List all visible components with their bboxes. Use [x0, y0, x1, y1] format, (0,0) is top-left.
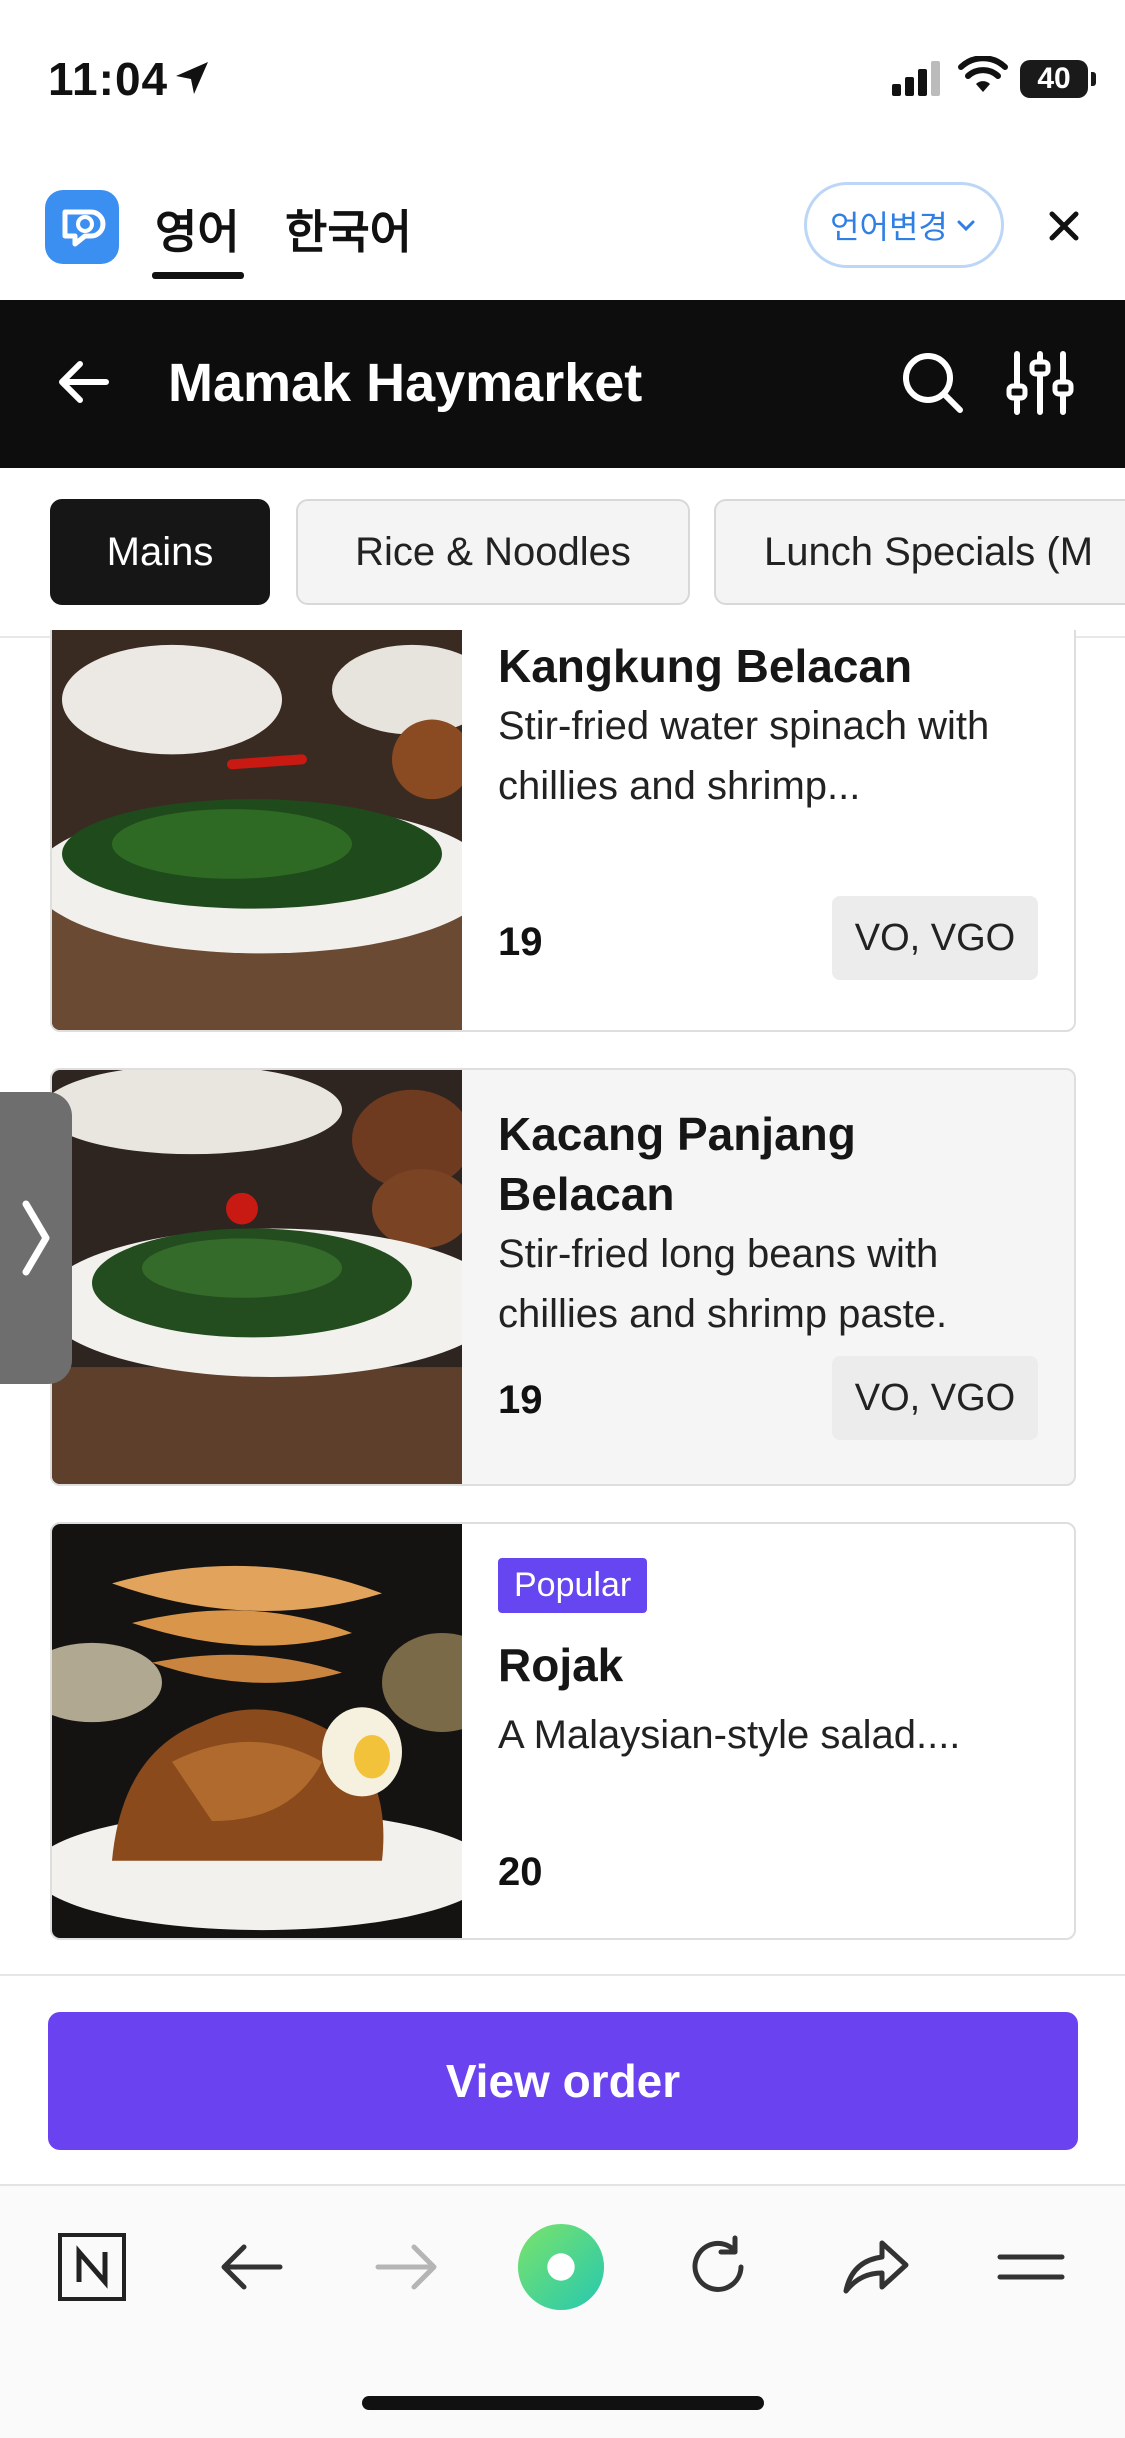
item-name: Kacang Panjang Belacan — [498, 1108, 856, 1220]
category-tabs: Mains Rice & Noodles Lunch Specials (M — [0, 468, 1125, 638]
item-name: Kangkung Belacan — [498, 640, 913, 692]
item-info: Popular Rojak A Malaysian-style salad...… — [498, 1558, 1038, 1765]
translate-bar: 영어 한국어 언어변경 — [0, 160, 1125, 300]
popular-badge: Popular — [498, 1558, 648, 1613]
menu-icon[interactable] — [986, 2222, 1076, 2312]
menu-item-card[interactable]: Kacang Panjang Belacan Stir-fried long b… — [50, 1068, 1076, 1486]
signal-icon — [892, 61, 940, 96]
item-price: 20 — [498, 1850, 543, 1894]
side-panel-handle[interactable] — [0, 1092, 72, 1384]
status-bar: 11:04 40 — [0, 0, 1125, 160]
location-arrow-icon — [176, 62, 208, 94]
food-photo — [52, 630, 462, 1030]
tab-english[interactable]: 영어 — [155, 196, 240, 262]
order-footer: View order — [0, 1974, 1125, 2186]
item-info: Kangkung Belacan Stir-fried water spinac… — [498, 636, 1038, 816]
battery-indicator: 40 — [1020, 60, 1096, 98]
category-tab-lunch-specials[interactable]: Lunch Specials (M — [714, 499, 1125, 605]
dietary-tags: VO, VGO — [832, 1356, 1038, 1440]
close-icon[interactable] — [1042, 204, 1086, 248]
filter-sliders-icon[interactable] — [1005, 348, 1075, 418]
back-arrow-icon[interactable] — [206, 2222, 296, 2312]
category-tab-rice-noodles[interactable]: Rice & Noodles — [296, 499, 690, 605]
chevron-down-icon — [957, 220, 975, 232]
restaurant-header: Mamak Haymarket — [0, 300, 1125, 468]
green-dot-icon[interactable] — [516, 2222, 606, 2312]
status-time: 11:04 — [48, 53, 169, 105]
item-info: Kacang Panjang Belacan Stir-fried long b… — [498, 1104, 1038, 1344]
search-icon[interactable] — [900, 350, 966, 416]
food-photo — [52, 1524, 462, 1938]
item-description: Stir-fried long beans with chillies and … — [498, 1232, 948, 1336]
menu-item-card[interactable]: Kangkung Belacan Stir-fried water spinac… — [50, 630, 1076, 1032]
category-tab-mains[interactable]: Mains — [50, 499, 270, 605]
reload-icon[interactable] — [673, 2222, 763, 2312]
food-photo — [52, 1070, 462, 1484]
item-description: A Malaysian-style salad.... — [498, 1713, 961, 1757]
active-tab-underline — [152, 272, 244, 279]
change-language-button[interactable]: 언어변경 — [804, 182, 1004, 268]
translator-app-icon — [45, 190, 119, 264]
change-language-label: 언어변경 — [830, 209, 948, 245]
view-order-button[interactable]: View order — [48, 2012, 1078, 2150]
item-price: 19 — [498, 1378, 543, 1422]
chevron-right-icon — [22, 1200, 50, 1276]
wifi-icon — [958, 56, 1008, 92]
item-price: 19 — [498, 920, 543, 964]
share-icon[interactable] — [830, 2222, 920, 2312]
tab-korean[interactable]: 한국어 — [285, 196, 412, 262]
back-arrow-icon[interactable] — [54, 352, 114, 412]
forward-arrow-icon[interactable] — [362, 2222, 452, 2312]
dietary-tags: VO, VGO — [832, 896, 1038, 980]
item-name: Rojak — [498, 1639, 624, 1691]
page-title: Mamak Haymarket — [168, 353, 643, 413]
menu-item-card[interactable]: Popular Rojak A Malaysian-style salad...… — [50, 1522, 1076, 1940]
battery-level: 40 — [1037, 62, 1071, 95]
naver-n-icon[interactable] — [47, 2222, 137, 2312]
home-indicator — [362, 2396, 764, 2410]
item-description: Stir-fried water spinach with chillies a… — [498, 704, 990, 808]
